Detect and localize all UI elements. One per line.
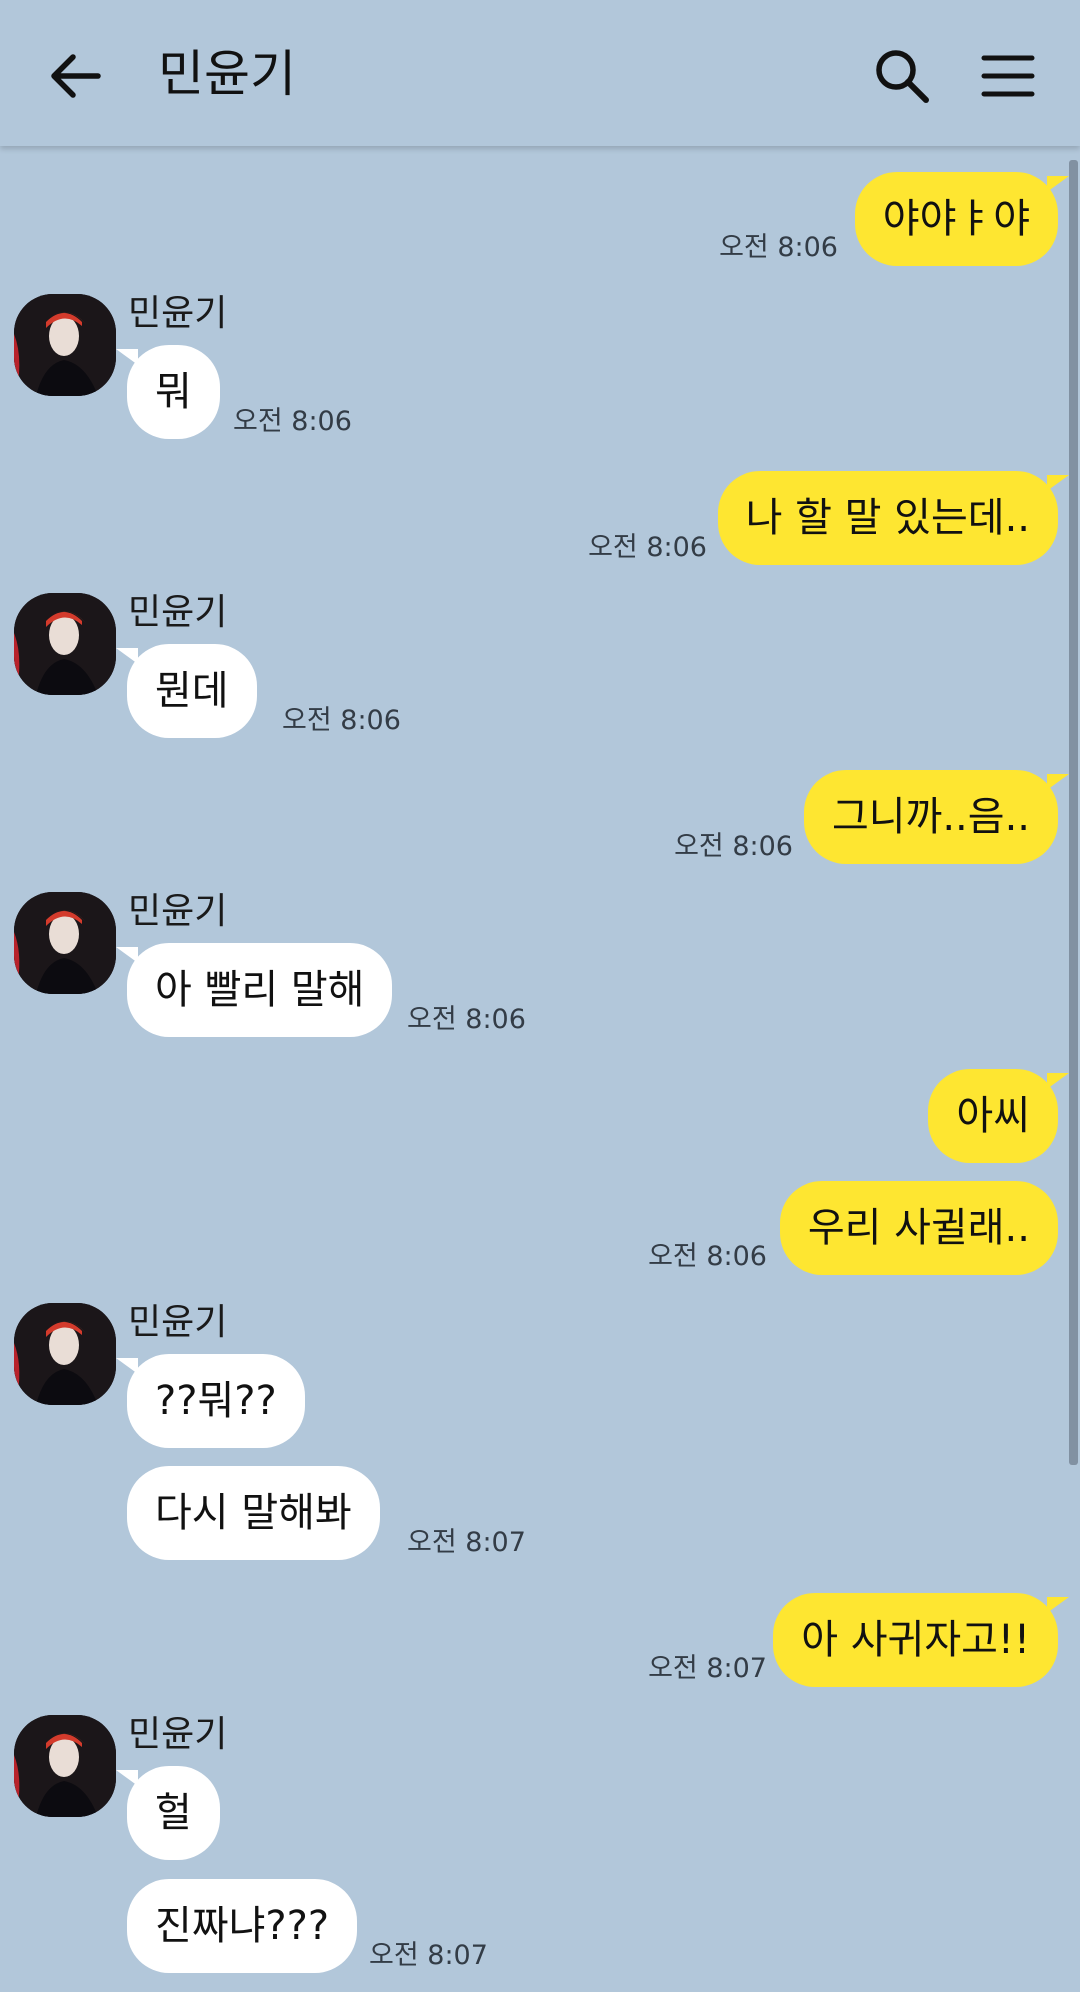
their-message-bubble[interactable]: 다시 말해봐	[127, 1466, 380, 1560]
avatar[interactable]	[14, 1715, 116, 1817]
message-text: 나 할 말 있는데..	[745, 495, 1030, 541]
message-text: 아 사귀자고!!	[801, 1617, 1030, 1663]
message-time: 오전 8:07	[648, 1653, 767, 1684]
sender-name: 민윤기	[128, 293, 228, 334]
message-time: 오전 8:06	[233, 406, 352, 437]
my-message-bubble[interactable]: 우리 사귈래..	[779, 1181, 1058, 1275]
message-text: 헐	[155, 1790, 192, 1836]
message-text: 다시 말해봐	[155, 1490, 352, 1536]
avatar[interactable]	[14, 294, 116, 396]
message-text: 아 빨리 말해	[155, 967, 365, 1013]
search-button[interactable]	[870, 44, 934, 108]
search-icon	[876, 50, 929, 103]
message-time: 오전 8:06	[588, 532, 707, 563]
hamburger-menu-icon	[981, 55, 1035, 97]
message-text: 야야ㅑ야	[882, 196, 1030, 242]
message-text: 뭐	[155, 369, 192, 415]
message-time: 오전 8:07	[369, 1940, 488, 1971]
message-time: 오전 8:06	[282, 705, 401, 736]
message-text: 우리 사귈래..	[807, 1205, 1030, 1251]
their-message-bubble[interactable]: 아 빨리 말해	[115, 943, 393, 1037]
message-time: 오전 8:06	[674, 831, 793, 862]
profile-photo	[14, 1715, 116, 1817]
their-message-bubble[interactable]: 헐	[116, 1766, 220, 1860]
their-message-bubble[interactable]: 뭔데	[116, 644, 257, 738]
message-list[interactable]: 야야ㅑ야 오전 8:06 민윤기 뭐 오전 8:06 나 할 말 있는데.. 오…	[0, 0, 1080, 1992]
profile-photo	[14, 593, 116, 695]
profile-photo	[14, 1303, 116, 1405]
my-message-bubble[interactable]: 그니까..음..	[803, 770, 1070, 864]
avatar[interactable]	[14, 1303, 116, 1405]
message-time: 오전 8:06	[648, 1241, 767, 1272]
message-time: 오전 8:06	[719, 232, 838, 263]
back-button[interactable]	[46, 46, 106, 106]
message-text: 진짜냐???	[155, 1903, 330, 1949]
my-message-bubble[interactable]: 나 할 말 있는데..	[717, 471, 1070, 565]
message-time: 오전 8:06	[407, 1004, 526, 1035]
their-message-bubble[interactable]: 진짜냐???	[127, 1879, 358, 1973]
menu-button[interactable]	[976, 44, 1040, 108]
chat-title: 민윤기	[158, 45, 296, 103]
message-text: ??뭐??	[155, 1378, 277, 1424]
chat-header: 민윤기	[0, 0, 1080, 146]
message-time: 오전 8:07	[407, 1527, 526, 1558]
my-message-bubble[interactable]: 아씨	[928, 1069, 1069, 1163]
arrow-left-icon	[51, 54, 101, 98]
profile-photo	[14, 294, 116, 396]
sender-name: 민윤기	[128, 1302, 228, 1343]
avatar[interactable]	[14, 593, 116, 695]
sender-name: 민윤기	[128, 592, 228, 633]
sender-name: 민윤기	[128, 1714, 228, 1755]
message-text: 그니까..음..	[831, 794, 1030, 840]
avatar[interactable]	[14, 892, 116, 994]
message-text: 뭔데	[155, 668, 229, 714]
my-message-bubble[interactable]: 아 사귀자고!!	[773, 1593, 1069, 1687]
their-message-bubble[interactable]: 뭐	[116, 345, 220, 439]
their-message-bubble[interactable]: ??뭐??	[116, 1354, 305, 1448]
message-text: 아씨	[956, 1093, 1030, 1139]
sender-name: 민윤기	[128, 891, 228, 932]
my-message-bubble[interactable]: 야야ㅑ야	[854, 172, 1070, 266]
profile-photo	[14, 892, 116, 994]
